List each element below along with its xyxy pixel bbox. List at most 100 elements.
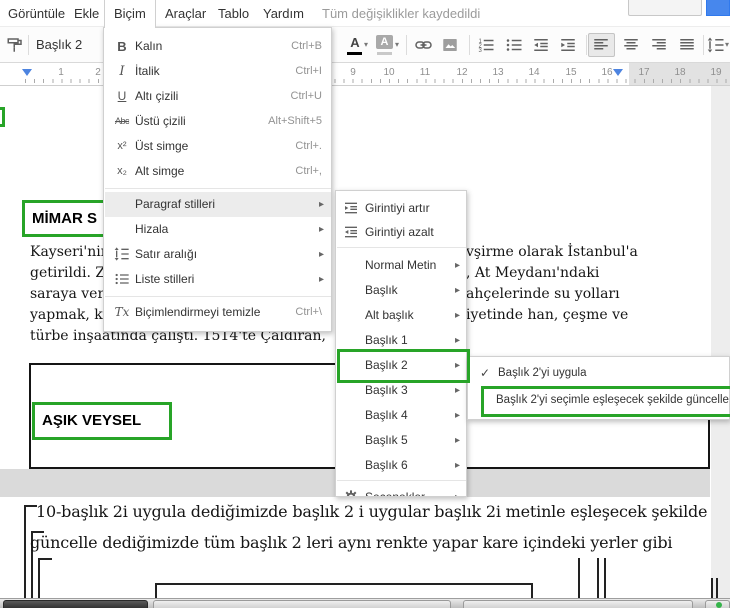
subscript-icon: x₂ (117, 165, 127, 177)
menu-item-options[interactable]: Seçenekler ▸ (337, 485, 466, 497)
line-spacing-icon (112, 242, 132, 267)
app-window: MİMAR S Kayseri'nin getirildi. Zel saray… (0, 0, 730, 608)
menu-item-list-styles[interactable]: Liste stilleri ▸ (105, 267, 331, 292)
submenu-arrow-icon: ▸ (318, 274, 324, 285)
ruler-number: 13 (492, 67, 504, 78)
submenu-arrow-icon: ▸ (454, 460, 460, 471)
comments-button[interactable] (628, 0, 702, 16)
menu-item-align[interactable]: Hizala ▸ (105, 217, 331, 242)
text-color-caret-icon[interactable]: ▾ (364, 40, 368, 49)
format-menu: B Kalın Ctrl+B I İtalik Ctrl+I U Altı çi… (103, 27, 332, 332)
menu-item-label: Başlık 4 (365, 408, 408, 422)
list-styles-icon (112, 267, 132, 292)
menubar-item-label: Biçim (114, 6, 146, 21)
ruler-number: 14 (528, 67, 540, 78)
doc-table-line (578, 558, 580, 598)
menu-item-strikethrough[interactable]: Abc Üstü çizili Alt+Shift+5 (105, 109, 331, 134)
taskbar-window-button[interactable] (153, 600, 451, 608)
indent-marker-right[interactable] (613, 69, 623, 76)
align-left-icon[interactable] (592, 36, 610, 54)
menubar-item-ekle[interactable]: Ekle (74, 0, 99, 27)
submenu-arrow-icon: ▸ (455, 485, 460, 496)
doc-paragraph-line: Kayseri'nin (30, 244, 110, 260)
line-spacing-caret-icon[interactable]: ▾ (725, 40, 729, 49)
menu-shortcut: Ctrl+\ (295, 306, 322, 318)
menu-shortcut: Ctrl+, (295, 165, 322, 177)
text-color-icon[interactable]: A (346, 35, 364, 50)
increase-indent-icon (343, 200, 360, 217)
bold-icon: B (117, 39, 127, 54)
menu-item-decrease-indent[interactable]: Girintiyi azalt (337, 220, 466, 245)
menu-item-bold[interactable]: B Kalın Ctrl+B (105, 34, 331, 59)
taskbar (0, 598, 730, 608)
strikethrough-icon: Abc (114, 116, 130, 126)
menu-shortcut: Alt+Shift+5 (268, 115, 322, 127)
menu-item-normal-text[interactable]: Normal Metin ▸ (337, 253, 466, 278)
menu-item-increase-indent[interactable]: Girintiyi artır (337, 196, 466, 221)
highlight-color-icon[interactable]: A (376, 35, 393, 49)
menu-item-heading-6[interactable]: Başlık 6 ▸ (337, 453, 466, 478)
menu-item-subscript[interactable]: x₂ Alt simge Ctrl+, (105, 159, 331, 184)
bulleted-list-icon[interactable] (505, 36, 523, 54)
menubar-item-yardim[interactable]: Yardım (263, 0, 304, 27)
menu-item-label: Üstü çizili (135, 114, 186, 128)
submenu-arrow-icon: ▸ (318, 249, 324, 260)
annotation-box-update-option (481, 386, 730, 417)
menubar-item-tablo[interactable]: Tablo (218, 0, 249, 27)
format-painter-icon[interactable] (6, 36, 24, 54)
submenu-arrow-icon: ▸ (318, 224, 324, 235)
insert-link-icon[interactable] (413, 36, 434, 54)
submenu-arrow-icon: ▸ (454, 435, 460, 446)
menu-separator (337, 480, 466, 481)
doc-table-line (716, 578, 718, 598)
toolbar-separator (28, 35, 29, 55)
menu-item-label: Girintiyi artır (365, 201, 430, 215)
menu-item-label: Alt başlık (365, 308, 414, 322)
menu-item-italic[interactable]: I İtalik Ctrl+I (105, 59, 331, 84)
align-justify-icon[interactable] (678, 36, 696, 54)
increase-indent-icon[interactable] (559, 36, 577, 54)
menu-shortcut: Ctrl+U (290, 90, 322, 102)
menu-item-underline[interactable]: U Altı çizili Ctrl+U (105, 84, 331, 109)
annotation-box-edge (0, 107, 5, 127)
menu-item-label: Biçimlendirmeyi temizle (135, 305, 261, 319)
highlight-color-bar (377, 52, 392, 55)
menu-item-subtitle[interactable]: Alt başlık ▸ (337, 303, 466, 328)
paragraph-style-selector[interactable]: Başlık 2 (36, 27, 82, 62)
menu-separator (337, 247, 466, 248)
menu-item-title[interactable]: Başlık ▸ (337, 278, 466, 303)
share-button[interactable] (706, 0, 730, 16)
menubar-item-goruntule[interactable]: Görüntüle (8, 0, 65, 27)
taskbar-window-button[interactable] (463, 600, 693, 608)
decrease-indent-icon[interactable] (532, 36, 550, 54)
menu-item-line-spacing[interactable]: Satır aralığı ▸ (105, 242, 331, 267)
clear-formatting-icon: Tx (114, 305, 130, 319)
menu-item-paragraph-styles[interactable]: Paragraf stilleri ▸ (105, 192, 331, 217)
doc-paragraph-line: iyetinde han, çeşme ve (466, 307, 629, 323)
highlight-color-caret-icon[interactable]: ▾ (395, 40, 399, 49)
align-right-icon[interactable] (650, 36, 668, 54)
menu-item-clear-formatting[interactable]: Tx Biçimlendirmeyi temizle Ctrl+\ (105, 300, 331, 328)
text-color-bar (347, 52, 362, 55)
submenu-arrow-icon: ▸ (454, 260, 460, 271)
menubar-item-araclar[interactable]: Araçlar (165, 0, 206, 27)
numbered-list-icon[interactable]: 123 (477, 36, 495, 54)
check-icon: ✓ (480, 366, 491, 380)
align-center-icon[interactable] (622, 36, 640, 54)
indent-marker-left[interactable] (22, 69, 32, 76)
taskbar-active-window-button[interactable] (3, 600, 148, 608)
doc-paragraph-line: vşirme olarak İstanbul'a (466, 244, 638, 260)
line-spacing-icon[interactable] (707, 36, 725, 54)
menu-item-label: Girintiyi azalt (365, 225, 434, 239)
menu-item-heading-4[interactable]: Başlık 4 ▸ (337, 403, 466, 428)
menu-item-superscript[interactable]: x² Üst simge Ctrl+. (105, 134, 331, 159)
insert-image-icon[interactable] (441, 36, 459, 54)
menubar-item-bicim[interactable]: Biçim (104, 0, 156, 28)
page-right-margin (711, 86, 730, 598)
menu-item-apply-heading2[interactable]: ✓ Başlık 2'yi uygula (469, 360, 730, 387)
ruler-number: 19 (710, 67, 722, 78)
toolbar-separator (586, 35, 587, 55)
menu-item-label: Seçenekler (365, 490, 426, 497)
ruler-number: 16 (601, 67, 613, 78)
menu-item-heading-5[interactable]: Başlık 5 ▸ (337, 428, 466, 453)
